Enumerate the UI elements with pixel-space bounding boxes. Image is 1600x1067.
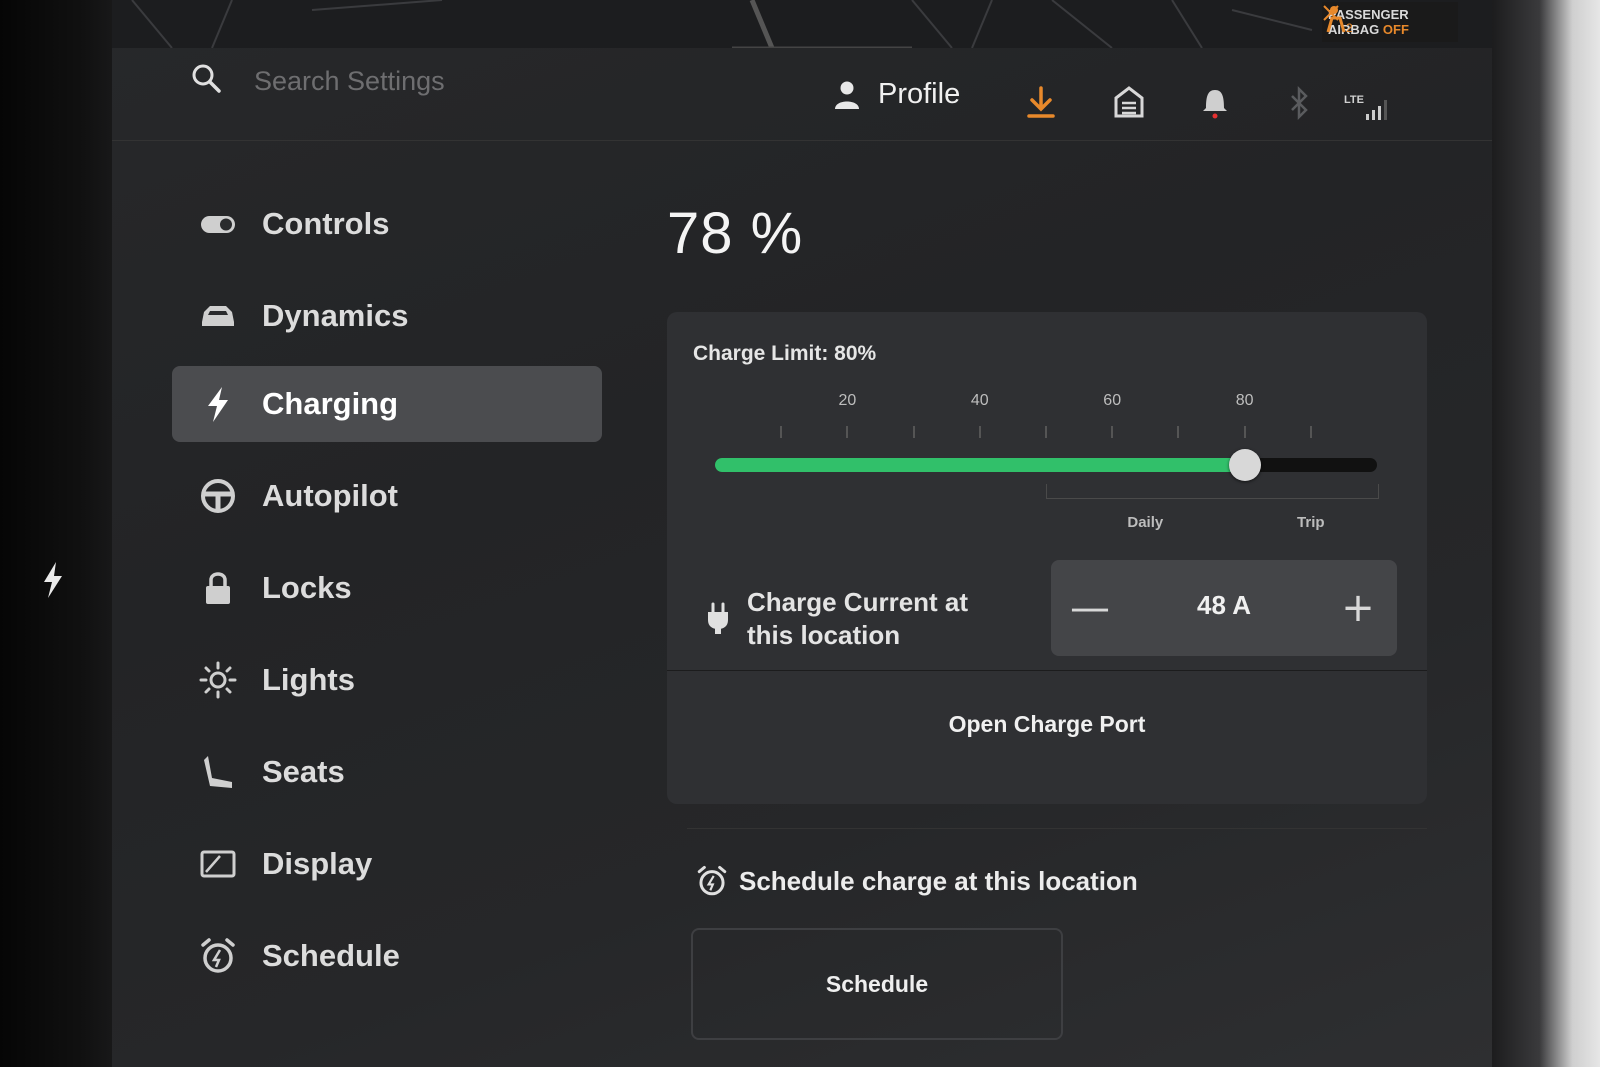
sidebar-item-label: Display — [262, 846, 373, 881]
search-input[interactable] — [252, 62, 676, 100]
sidebar-item-schedule[interactable]: Schedule — [172, 912, 602, 1000]
airbag-icon: 2 — [1323, 5, 1353, 35]
slider-tick — [780, 426, 783, 438]
charge-current-value: 48 A — [1197, 590, 1251, 620]
plug-icon — [708, 602, 728, 634]
slider-tick-label: 80 — [1235, 392, 1254, 409]
charging-panel: 78 % Charge Limit: 80% Daily Trip 20 40 60… — [667, 200, 1447, 1040]
notification-bell-icon[interactable] — [1198, 84, 1232, 122]
slider-thumb[interactable] — [1228, 449, 1261, 481]
profile-label: Profile — [878, 78, 961, 110]
slider-tick — [1177, 426, 1180, 438]
cellular-signal: LTE — [1344, 84, 1394, 122]
top-bar: Profile LTE — [112, 48, 1492, 141]
sidebar-item-controls[interactable]: Controls — [172, 180, 602, 268]
sidebar: Controls Dynamics Charging Autopilot Loc… — [172, 180, 602, 1004]
sidebar-item-dynamics[interactable]: Dynamics — [172, 272, 602, 360]
slider-tick-label: 20 — [838, 392, 857, 409]
charge-card: Charge Limit: 80% Daily Trip 20 40 60 80 Ch… — [667, 312, 1427, 804]
sidebar-item-display[interactable]: Display — [172, 820, 602, 908]
download-icon[interactable] — [1024, 84, 1058, 122]
increase-current-button[interactable]: + — [1323, 560, 1393, 656]
sidebar-item-label: Controls — [262, 206, 390, 241]
charge-limit-label: Charge Limit: 80% — [693, 342, 877, 365]
battery-percent: 78 % — [667, 201, 804, 266]
slider-tick — [846, 426, 849, 438]
sidebar-item-label: Charging — [262, 386, 399, 421]
seat-icon — [204, 756, 232, 788]
daily-zone-label: Daily — [1127, 514, 1164, 531]
bluetooth-icon[interactable] — [1282, 84, 1316, 122]
screen-bezel — [1490, 0, 1600, 1067]
slider-tick — [1045, 426, 1047, 438]
slider-tick-label: 40 — [970, 392, 989, 409]
slider-tick — [1309, 426, 1312, 438]
sidebar-item-lights[interactable]: Lights — [172, 636, 602, 724]
sidebar-item-label: Lights — [262, 662, 355, 697]
person-icon — [835, 81, 859, 109]
trip-zone-label: Trip — [1297, 514, 1325, 531]
section-divider — [687, 828, 1427, 829]
schedule-section-header: Schedule charge at this location — [695, 864, 1138, 898]
sidebar-item-label: Autopilot — [262, 478, 399, 513]
map-strip: 2 PASSENGER AIRBAG OFF — [112, 0, 1492, 48]
toggle-icon — [201, 216, 235, 233]
steering-wheel-icon — [201, 479, 235, 513]
garage-icon[interactable] — [1112, 84, 1146, 122]
car-icon — [202, 306, 234, 326]
sidebar-item-seats[interactable]: Seats — [172, 728, 602, 816]
decrease-current-button[interactable]: — — [1055, 560, 1125, 656]
daily-trip-bracket — [1046, 484, 1379, 499]
slider-tick — [1243, 426, 1246, 438]
slider-tick — [1111, 426, 1114, 438]
schedule-button[interactable]: Schedule — [691, 928, 1063, 1040]
alarm-clock-icon — [201, 938, 235, 973]
sidebar-item-autopilot[interactable]: Autopilot — [172, 452, 602, 540]
slider-tick — [912, 426, 915, 438]
sidebar-item-charging[interactable]: Charging — [172, 366, 602, 442]
airbag-state: OFF — [1382, 22, 1409, 37]
slider-tick-label: 60 — [1103, 392, 1122, 409]
slider-tick — [978, 426, 981, 438]
charge-current-label: Charge Current at this location — [747, 587, 969, 650]
charge-current-stepper: — 48 A + — [1051, 560, 1397, 656]
search-icon[interactable] — [190, 62, 222, 94]
sidebar-item-label: Seats — [262, 754, 345, 789]
bolt-icon — [208, 387, 228, 422]
bolt-icon — [44, 562, 62, 598]
touchscreen: 2 PASSENGER AIRBAG OFF Profile — [112, 0, 1492, 1067]
charge-limit-slider[interactable]: Daily Trip 20 40 60 80 — [667, 392, 1427, 552]
sidebar-item-locks[interactable]: Locks — [172, 544, 602, 632]
airbag-indicator: 2 PASSENGER AIRBAG OFF — [1322, 2, 1458, 42]
sidebar-item-label: Schedule — [262, 938, 400, 973]
charge-current-row: Charge Current at this location — 48 A + — [667, 560, 1427, 671]
sidebar-item-label: Dynamics — [262, 298, 409, 333]
slider-fill — [715, 458, 1245, 472]
schedule-title: Schedule charge at this location — [739, 865, 1138, 896]
left-panel — [0, 0, 120, 1067]
slider-track[interactable] — [715, 449, 1377, 481]
sun-icon — [199, 661, 237, 699]
profile-button[interactable]: Profile — [834, 78, 960, 111]
open-charge-port-button[interactable]: Open Charge Port — [667, 684, 1427, 764]
map-lines — [131, 0, 1313, 48]
display-icon — [200, 850, 236, 878]
svg-text:2: 2 — [1346, 21, 1353, 35]
sidebar-item-label: Locks — [262, 570, 352, 605]
signal-bars-icon — [1366, 100, 1387, 120]
lock-icon — [206, 572, 230, 604]
alarm-clock-icon — [697, 865, 727, 896]
